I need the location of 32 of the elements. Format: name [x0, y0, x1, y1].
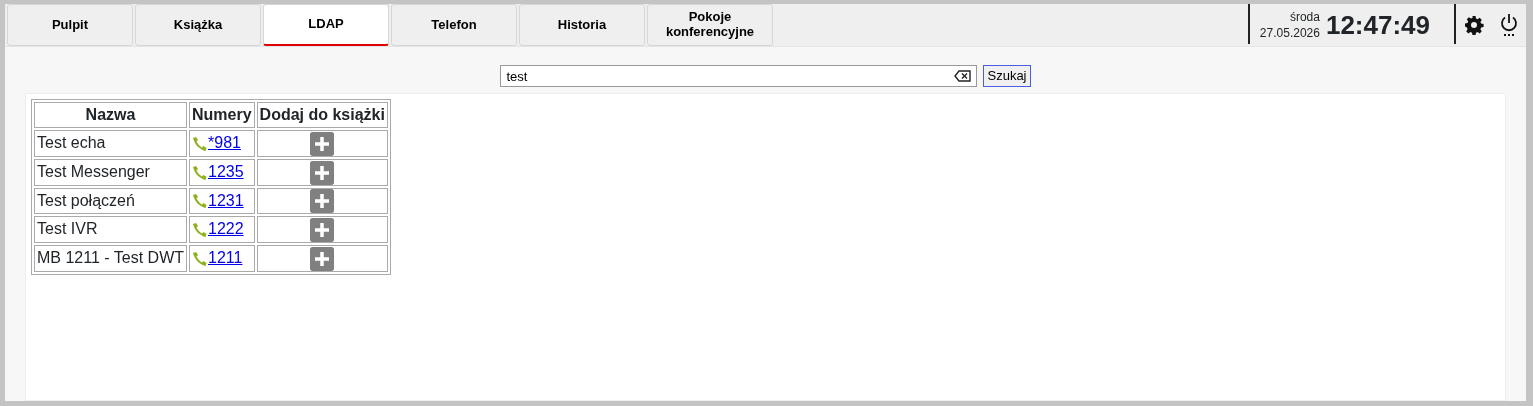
tab[interactable]: Telefon — [391, 4, 517, 46]
search-button[interactable]: Szukaj — [983, 65, 1031, 87]
column-header: Numery — [189, 102, 255, 128]
tab[interactable]: Pulpit — [7, 4, 133, 46]
tab[interactable]: Pokoje konferencyjne — [647, 4, 773, 46]
table-cell: Test połączeń — [34, 187, 187, 215]
phone-icon — [192, 193, 208, 210]
settings-icon[interactable] — [1464, 15, 1484, 35]
power-icon[interactable] — [1500, 13, 1518, 37]
table-cell: Test Messenger — [34, 158, 187, 186]
add-icon[interactable] — [310, 218, 335, 243]
date: 27.05.2026 — [1259, 25, 1320, 42]
weekday: środa — [1288, 8, 1320, 25]
clear-icon[interactable] — [954, 70, 972, 82]
search-field[interactable]: test — [500, 65, 978, 87]
tab[interactable]: LDAP — [263, 4, 389, 46]
phone-icon — [192, 250, 208, 267]
add-icon[interactable] — [310, 160, 335, 185]
tab[interactable]: Historia — [519, 4, 645, 46]
table-cell: MB 1211 - Test DWT — [34, 245, 187, 272]
clock-time: 12:47:49 — [1325, 8, 1430, 42]
phone-icon — [192, 135, 208, 152]
table-cell: Test IVR — [34, 216, 187, 244]
add-icon[interactable] — [310, 131, 335, 156]
phone-icon — [192, 164, 208, 181]
table-cell: Test echa — [34, 130, 187, 157]
add-icon[interactable] — [310, 246, 335, 271]
column-header: Nazwa — [34, 102, 187, 128]
phone-icon — [192, 222, 208, 239]
column-header: Dodaj do książki — [256, 102, 388, 128]
add-icon[interactable] — [310, 189, 335, 214]
tab[interactable]: Książka — [135, 4, 261, 46]
